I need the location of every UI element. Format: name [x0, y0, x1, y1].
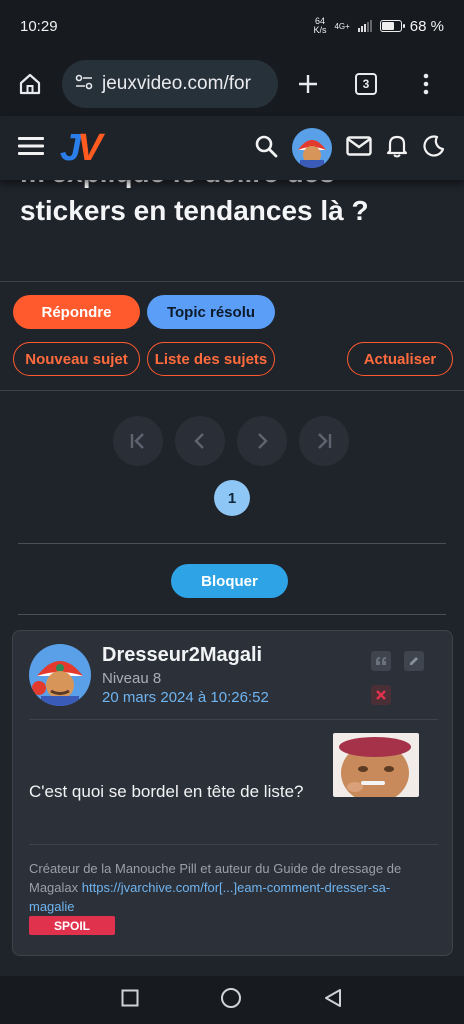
divider [0, 281, 464, 282]
new-topic-button[interactable]: Nouveau sujet [13, 342, 140, 376]
edit-pencil-icon[interactable] [404, 651, 424, 671]
last-page-icon[interactable] [299, 416, 349, 466]
pagination [113, 416, 349, 466]
net-speed: 64 K/s [313, 16, 327, 35]
notifications-bell-icon[interactable] [386, 134, 408, 163]
address-bar[interactable]: jeuxvideo.com/for [62, 60, 278, 108]
recent-apps-icon[interactable] [121, 989, 139, 1012]
quote-icon[interactable] [371, 651, 391, 671]
divider [0, 390, 464, 391]
spoil-button[interactable]: SPOIL [29, 916, 115, 935]
status-time: 10:29 [20, 17, 58, 35]
hamburger-menu-icon[interactable] [18, 136, 44, 161]
topic-list-button[interactable]: Liste des sujets [147, 342, 275, 376]
back-triangle-icon[interactable] [323, 988, 343, 1013]
first-page-icon[interactable] [113, 416, 163, 466]
divider [18, 543, 446, 544]
url-text[interactable]: jeuxvideo.com/for [102, 73, 251, 95]
author-level: Niveau 8 [102, 670, 162, 687]
search-icon[interactable] [254, 134, 278, 163]
site-header: JV [0, 116, 464, 180]
user-avatar[interactable] [292, 128, 332, 168]
resolved-topic-button[interactable]: Topic résolu [147, 295, 275, 329]
tab-switcher-button[interactable]: 3 [348, 66, 384, 102]
messages-icon[interactable] [346, 135, 372, 161]
system-nav-bar [0, 976, 464, 1024]
new-tab-icon[interactable] [290, 66, 326, 102]
jv-logo[interactable]: JV [60, 127, 103, 170]
post-message: C'est quoi se bordel en tête de liste? [29, 782, 304, 801]
divider [29, 844, 438, 845]
divider [29, 719, 438, 720]
network-type: 4G+ [334, 21, 350, 31]
author-name[interactable]: Dresseur2Magali [102, 644, 262, 667]
battery-icon [379, 20, 405, 32]
signature: Créateur de la Manouche Pill et auteur d… [29, 859, 429, 916]
next-page-icon[interactable] [237, 416, 287, 466]
status-bar: 10:29 64 K/s 4G+ 68 % [0, 0, 464, 52]
signal-icon [357, 20, 372, 32]
topic-content: m'explique le délire des stickers en ten… [0, 180, 464, 976]
status-icons: 64 K/s 4G+ 68 % [313, 17, 444, 35]
divider [18, 614, 446, 615]
site-settings-icon[interactable] [74, 72, 94, 97]
battery-label: 68 % [409, 17, 444, 35]
signature-link[interactable]: https://jvarchive.com/for[...]eam-commen… [29, 880, 390, 914]
post-card: Dresseur2Magali Niveau 8 20 mars 2024 à … [12, 630, 453, 956]
tab-count: 3 [355, 73, 377, 95]
refresh-button[interactable]: Actualiser [347, 342, 453, 376]
sticker-image [333, 733, 419, 797]
current-page-button[interactable]: 1 [214, 480, 250, 516]
block-button[interactable]: Bloquer [171, 564, 288, 598]
author-avatar[interactable] [29, 644, 91, 706]
home-icon[interactable] [12, 66, 48, 102]
dark-mode-moon-icon[interactable] [422, 134, 446, 163]
more-menu-icon[interactable] [408, 66, 444, 102]
delete-icon[interactable] [371, 685, 391, 705]
home-circle-icon[interactable] [220, 987, 242, 1014]
previous-page-icon[interactable] [175, 416, 225, 466]
topic-title: m'explique le délire des stickers en ten… [20, 180, 369, 226]
post-date-link[interactable]: 20 mars 2024 à 10:26:52 [102, 689, 269, 706]
reply-button[interactable]: Répondre [13, 295, 140, 329]
browser-toolbar: jeuxvideo.com/for 3 [0, 52, 464, 116]
